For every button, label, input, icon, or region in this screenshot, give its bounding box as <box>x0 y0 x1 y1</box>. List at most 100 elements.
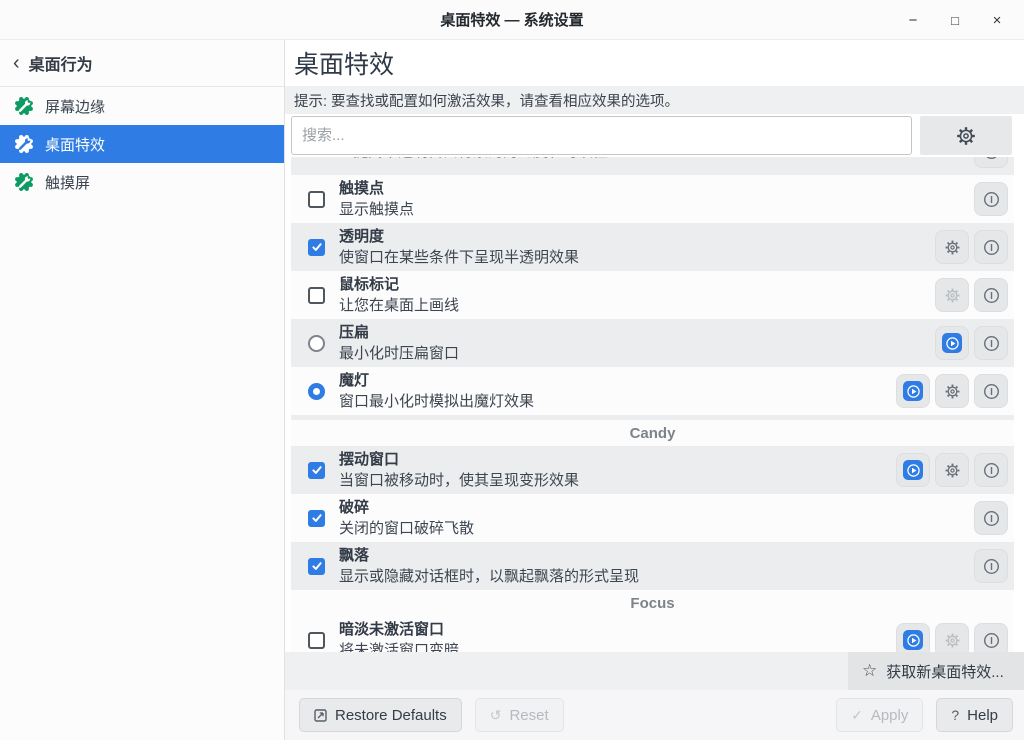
effect-checkbox[interactable] <box>308 631 325 649</box>
configure-button[interactable] <box>935 230 969 264</box>
gear-icon <box>944 287 961 304</box>
info-button[interactable] <box>974 453 1008 487</box>
effect-row[interactable]: 飘落 显示或隐藏对话框时，以飘起飘落的形式呈现 <box>291 542 1014 590</box>
apply-check-icon: ✓ <box>851 706 863 723</box>
effect-description: 当窗口被移动时，使其呈现变形效果 <box>339 472 580 489</box>
effect-row[interactable]: 魔灯 窗口最小化时模拟出魔灯效果 <box>291 367 1014 415</box>
info-button[interactable] <box>974 623 1008 652</box>
help-button[interactable]: ? Help <box>936 698 1013 732</box>
search-filter-button[interactable] <box>920 116 1012 155</box>
effect-row-clipped[interactable]: 提高半透明窗口背景的对比度和可读性 <box>291 157 1014 175</box>
effect-row[interactable]: 提高半透明窗口背景的对比度和可读性 <box>291 157 1014 175</box>
play-icon <box>903 630 923 650</box>
effect-texts: 压扁 最小化时压扁窗口 <box>339 322 927 364</box>
configure-button <box>935 278 969 312</box>
restore-defaults-button[interactable]: Restore Defaults <box>299 698 462 732</box>
effect-name: 暗淡未激活窗口 <box>339 621 445 638</box>
info-button[interactable] <box>974 157 1008 168</box>
effect-row-buttons <box>974 157 1008 168</box>
effect-row[interactable]: 透明度 使窗口在某些条件下呈现半透明效果 <box>291 223 1014 271</box>
effect-checkbox[interactable] <box>308 190 325 208</box>
back-chevron-icon: ‹ <box>13 52 20 74</box>
info-button[interactable] <box>974 374 1008 408</box>
effect-checkbox[interactable] <box>308 238 325 256</box>
help-question-icon: ? <box>951 707 960 723</box>
effect-radio[interactable] <box>308 334 325 352</box>
effect-row[interactable]: 压扁 最小化时压扁窗口 <box>291 319 1014 367</box>
info-button[interactable] <box>974 182 1008 216</box>
info-icon <box>983 335 1000 352</box>
info-icon <box>983 157 1000 160</box>
info-icon <box>983 558 1000 575</box>
info-button[interactable] <box>974 549 1008 583</box>
effect-row[interactable]: 摆动窗口 当窗口被移动时，使其呈现变形效果 <box>291 446 1014 494</box>
effect-description: 将未激活窗口变暗 <box>339 642 460 652</box>
sidebar-item-2[interactable]: 触摸屏 <box>0 163 284 201</box>
video-preview-button[interactable] <box>896 453 930 487</box>
effect-row-buttons <box>896 623 1008 652</box>
configure-button[interactable] <box>935 374 969 408</box>
effect-texts: 飘落 显示或隐藏对话框时，以飘起飘落的形式呈现 <box>339 545 966 587</box>
info-icon <box>983 239 1000 256</box>
effect-row[interactable]: 鼠标标记 让您在桌面上画线 <box>291 271 1014 319</box>
video-preview-button[interactable] <box>935 326 969 360</box>
search-input[interactable] <box>291 116 912 155</box>
video-preview-button[interactable] <box>896 374 930 408</box>
effect-name: 触摸点 <box>339 180 385 197</box>
effect-row-buttons <box>974 501 1008 535</box>
effect-name: 鼠标标记 <box>339 276 400 293</box>
effect-texts: 破碎 关闭的窗口破碎飞散 <box>339 497 966 539</box>
window-titlebar: 桌面特效 — 系统设置 − □ × <box>0 0 1024 40</box>
reset-icon: ↺ <box>489 706 502 723</box>
category-gear-wrench-icon <box>14 172 34 192</box>
info-button[interactable] <box>974 230 1008 264</box>
effect-texts: 摆动窗口 当窗口被移动时，使其呈现变形效果 <box>339 449 888 491</box>
effect-row[interactable]: 暗淡未激活窗口将未激活窗口变暗 <box>291 616 1014 652</box>
info-button[interactable] <box>974 501 1008 535</box>
restore-defaults-icon <box>314 708 327 722</box>
effect-name: 压扁 <box>339 324 370 341</box>
gear-icon <box>944 239 961 256</box>
footer-button-bar: Restore Defaults ↺ Reset ✓ Apply ? Help <box>285 690 1024 740</box>
maximize-button[interactable]: □ <box>934 0 976 40</box>
effect-name: 透明度 <box>339 228 385 245</box>
effect-checkbox[interactable] <box>308 509 325 527</box>
window-controls: − □ × <box>892 0 1018 40</box>
gear-icon <box>944 632 961 649</box>
effect-name: 飘落 <box>339 547 370 564</box>
effects-list[interactable]: 提高半透明窗口背景的对比度和可读性触摸点显示触摸点透明度使窗口在某些条件下呈现半… <box>291 157 1014 652</box>
effect-row[interactable]: 触摸点 显示触摸点 <box>291 175 1014 223</box>
effect-description: 显示触摸点 <box>339 201 415 218</box>
info-icon <box>983 632 1000 649</box>
minimize-button[interactable]: − <box>892 0 934 40</box>
section-header: Focus <box>291 590 1014 616</box>
effect-texts: 触摸点 显示触摸点 <box>339 178 966 220</box>
effect-texts: 提高半透明窗口背景的对比度和可读性 <box>353 157 966 162</box>
configure-button[interactable] <box>935 453 969 487</box>
effect-texts: 暗淡未激活窗口将未激活窗口变暗 <box>339 619 888 652</box>
sidebar-back-header[interactable]: ‹ 桌面行为 <box>0 40 284 87</box>
effect-radio[interactable] <box>308 382 325 400</box>
effect-checkbox[interactable] <box>308 461 325 479</box>
info-button[interactable] <box>974 326 1008 360</box>
info-icon <box>983 462 1000 479</box>
info-icon <box>983 383 1000 400</box>
effect-checkbox[interactable] <box>308 557 325 575</box>
gear-icon <box>944 462 961 479</box>
sidebar-item-1[interactable]: 桌面特效 <box>0 125 284 163</box>
configure-button <box>935 623 969 652</box>
effect-row-buttons <box>974 182 1008 216</box>
info-icon <box>983 191 1000 208</box>
video-preview-button[interactable] <box>896 623 930 652</box>
effect-row[interactable]: 破碎 关闭的窗口破碎飞散 <box>291 494 1014 542</box>
effect-row-buttons <box>935 326 1008 360</box>
sidebar-item-0[interactable]: 屏幕边缘 <box>0 87 284 125</box>
hint-text: 提示: 要查找或配置如何激活效果，请查看相应效果的选项。 <box>294 93 680 110</box>
window-title: 桌面特效 — 系统设置 <box>440 12 584 29</box>
close-button[interactable]: × <box>976 0 1018 40</box>
get-new-effects-button[interactable]: ☆ 获取新桌面特效... <box>848 652 1024 690</box>
info-button[interactable] <box>974 278 1008 312</box>
page-title: 桌面特效 <box>294 51 395 79</box>
effect-row-buttons <box>935 278 1008 312</box>
effect-checkbox[interactable] <box>308 286 325 304</box>
